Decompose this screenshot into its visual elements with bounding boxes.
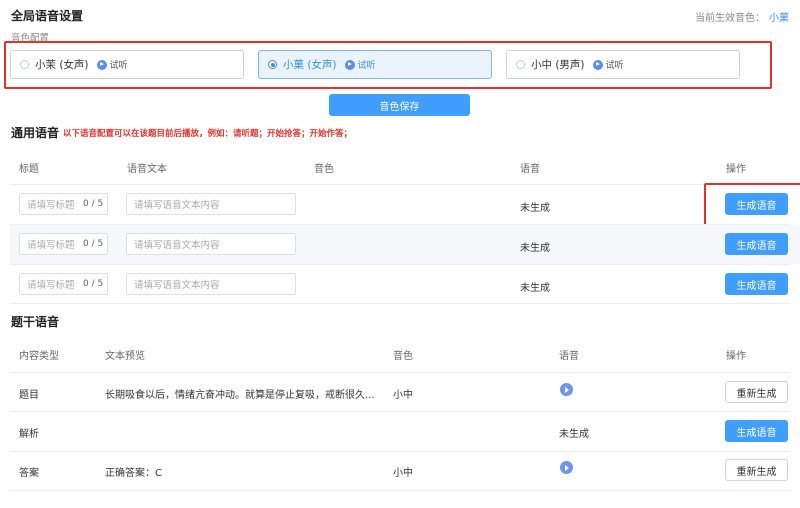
voice-text-input[interactable]: 请填写语音文本内容 <box>126 193 296 215</box>
global-voice-title: 全局语音设置 <box>11 9 84 23</box>
voice-option-label: 小茉 (女声) <box>35 59 89 71</box>
content-type: 题目 <box>19 390 39 401</box>
status-text: 未生成 <box>520 203 550 214</box>
col-header-audio: 语音 <box>520 164 540 175</box>
play-icon[interactable] <box>560 461 573 474</box>
voice-name: 小中 <box>393 390 413 401</box>
regenerate-button[interactable]: 重新生成 <box>725 381 788 403</box>
status-text: 未生成 <box>559 429 589 440</box>
try-listen-link[interactable]: 试听 <box>110 58 128 71</box>
generate-voice-button[interactable]: 生成语音 <box>725 420 788 442</box>
col-header-voice: 音色 <box>393 351 413 362</box>
voice-option-xiaomo[interactable]: 小茉 (女声) 试听 <box>10 50 244 79</box>
common-voice-note: 以下语音配置可以在该题目前后播放，例如：请听题；开始抢答；开始作答； <box>63 129 353 139</box>
current-voice-label: 当前生效音色： <box>695 13 765 24</box>
char-counter: 0 / 5 <box>83 279 104 289</box>
voice-option-xiaozhong[interactable]: 小中 (男声) 试听 <box>506 50 740 79</box>
voice-name: 小中 <box>393 468 413 479</box>
content-type: 答案 <box>19 468 39 479</box>
play-icon[interactable] <box>560 383 573 396</box>
voice-text-input[interactable]: 请填写语音文本内容 <box>126 273 296 295</box>
col-header-action: 操作 <box>726 164 746 175</box>
col-header-text: 语音文本 <box>127 164 167 175</box>
radio-icon[interactable] <box>516 60 525 69</box>
col-header-preview: 文本预览 <box>105 351 145 362</box>
common-voice-title: 通用语音 <box>11 126 60 140</box>
text-preview: 正确答案：C <box>105 468 162 479</box>
divider <box>10 451 790 452</box>
generate-voice-button[interactable]: 生成语音 <box>725 273 788 295</box>
divider <box>10 184 790 185</box>
voice-option-xiaoguo[interactable]: 小菓 (女声) 试听 <box>258 50 492 79</box>
col-header-title: 标题 <box>19 164 39 175</box>
divider <box>10 372 790 373</box>
voice-option-label: 小中 (男声) <box>531 59 585 71</box>
try-listen-link[interactable]: 试听 <box>358 58 376 71</box>
stem-voice-title: 题干语音 <box>11 315 60 329</box>
col-header-audio: 语音 <box>559 351 579 362</box>
col-header-type: 内容类型 <box>19 351 59 362</box>
play-icon[interactable] <box>592 59 603 70</box>
text-preview: 长期吸食以后，情绪亢奋冲动。就算是停止复吸，戒断很久... <box>105 390 375 401</box>
generate-voice-button[interactable]: 生成语音 <box>725 233 788 255</box>
status-text: 未生成 <box>520 283 550 294</box>
current-voice-value: 小菓 <box>769 13 789 24</box>
status-text: 未生成 <box>520 243 550 254</box>
generate-voice-button[interactable]: 生成语音 <box>725 193 788 215</box>
divider <box>10 411 790 412</box>
play-icon[interactable] <box>96 59 107 70</box>
radio-selected-icon[interactable] <box>268 60 277 69</box>
play-icon[interactable] <box>344 59 355 70</box>
divider <box>10 264 790 265</box>
divider <box>10 490 790 491</box>
voice-text-input[interactable]: 请填写语音文本内容 <box>126 233 296 255</box>
radio-icon[interactable] <box>20 60 29 69</box>
content-type: 解析 <box>19 429 39 440</box>
divider <box>10 303 790 304</box>
save-voice-button[interactable]: 音色保存 <box>329 94 470 116</box>
try-listen-link[interactable]: 试听 <box>606 58 624 71</box>
char-counter: 0 / 5 <box>83 199 104 209</box>
col-header-voice: 音色 <box>314 164 334 175</box>
voice-option-label: 小菓 (女声) <box>283 59 337 71</box>
col-header-action: 操作 <box>726 351 746 362</box>
regenerate-button[interactable]: 重新生成 <box>725 459 788 481</box>
char-counter: 0 / 5 <box>83 239 104 249</box>
